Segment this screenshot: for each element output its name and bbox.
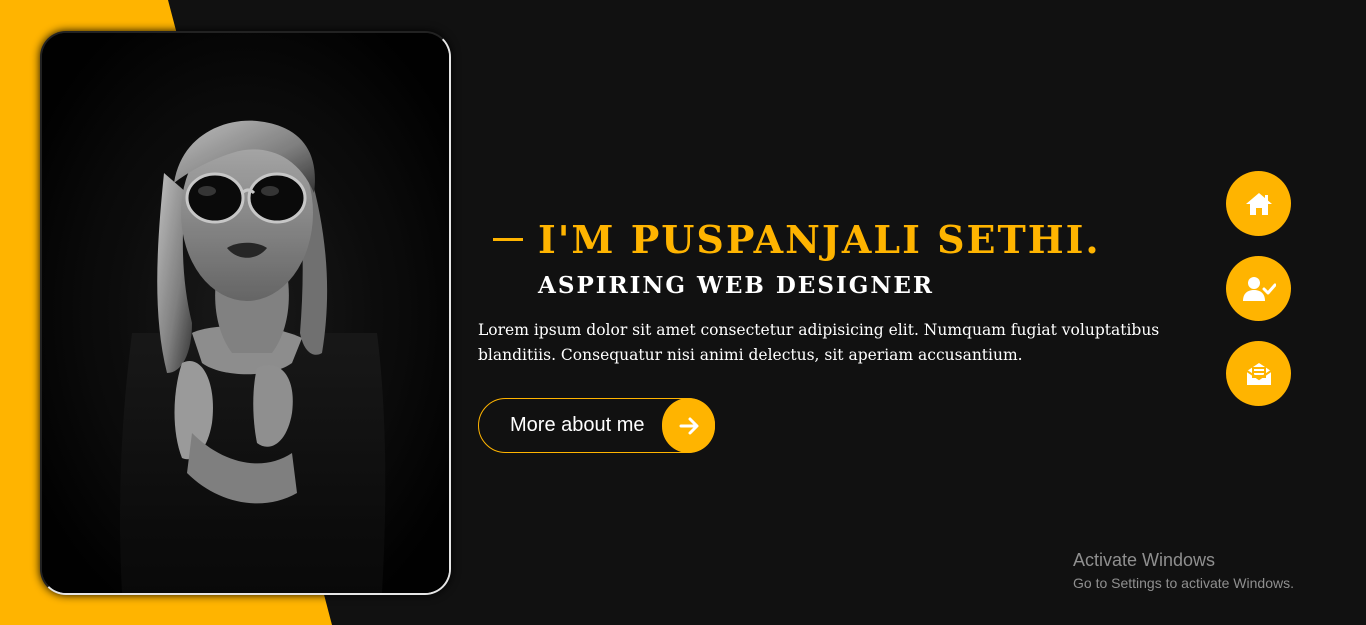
hero-heading-row: I'M PUSPANJALI SETHI. bbox=[493, 214, 1101, 264]
hero-heading: I'M PUSPANJALI SETHI. bbox=[538, 216, 1101, 262]
home-icon bbox=[1245, 192, 1272, 215]
more-about-me-label: More about me bbox=[510, 414, 645, 436]
portrait-image bbox=[42, 33, 449, 593]
more-about-me-button[interactable]: More about me bbox=[478, 398, 715, 453]
windows-activation-watermark: Activate Windows Go to Settings to activ… bbox=[1073, 549, 1294, 593]
nav-about-button[interactable] bbox=[1226, 256, 1291, 321]
envelope-open-icon bbox=[1245, 362, 1272, 385]
user-check-icon bbox=[1242, 276, 1276, 301]
arrow-right-icon bbox=[662, 398, 715, 453]
heading-accent-dash bbox=[493, 237, 523, 241]
nav-contact-button[interactable] bbox=[1226, 341, 1291, 406]
portfolio-page: I'M PUSPANJALI SETHI. ASPIRING WEB DESIG… bbox=[0, 0, 1366, 625]
nav-home-button[interactable] bbox=[1226, 171, 1291, 236]
watermark-subtitle: Go to Settings to activate Windows. bbox=[1073, 575, 1294, 591]
profile-photo bbox=[40, 31, 451, 595]
hero-description: Lorem ipsum dolor sit amet consectetur a… bbox=[478, 321, 1160, 364]
hero-subheading: ASPIRING WEB DESIGNER bbox=[538, 272, 935, 299]
watermark-title: Activate Windows bbox=[1073, 550, 1216, 570]
